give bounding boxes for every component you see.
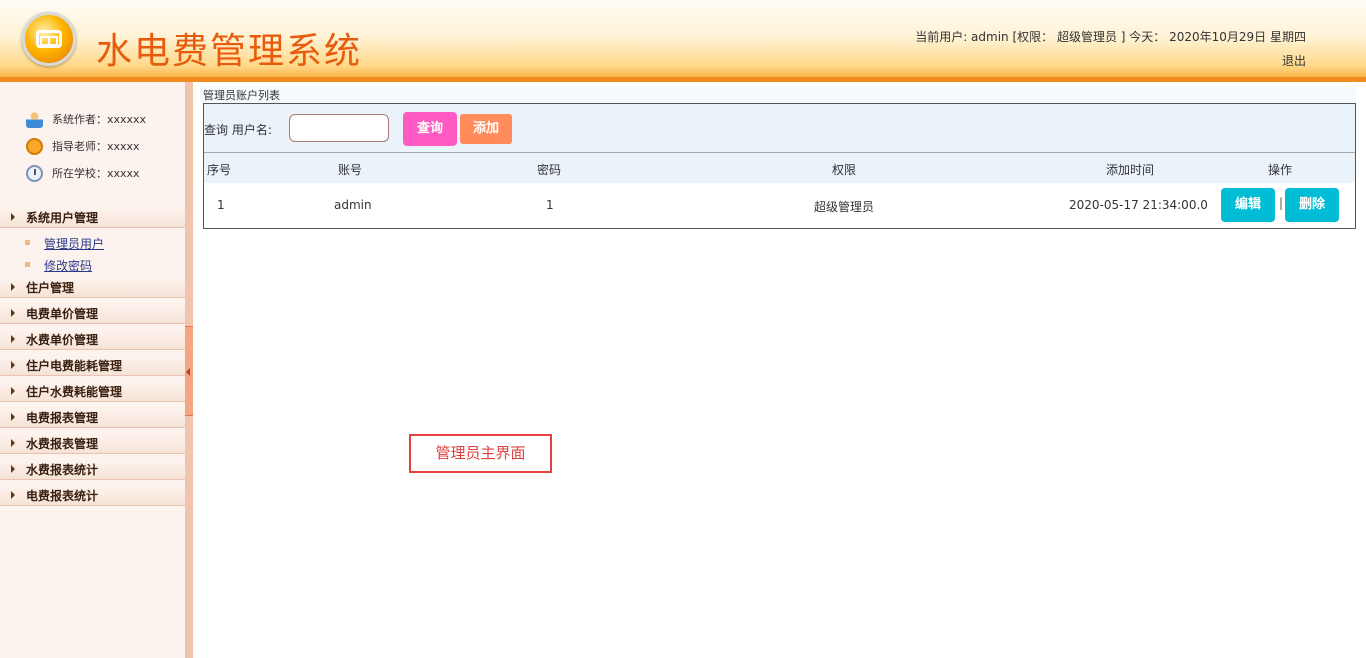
cell-password: 1 (546, 198, 554, 212)
current-user-info: 当前用户: admin [权限： 超级管理员 ] 今天： 2020年10月29日… (915, 30, 1306, 44)
cell-account: admin (334, 198, 372, 212)
column-header-actions: 操作 (1268, 163, 1293, 177)
info-school: 所在学校：xxxxx (26, 164, 140, 182)
logo-icon (22, 12, 76, 66)
column-header-account: 账号 (338, 163, 363, 177)
column-header-id: 序号 (207, 163, 232, 177)
menu-group-system-users[interactable]: 系统用户管理 (0, 208, 185, 228)
action-separator: | (1279, 196, 1284, 210)
breadcrumb-bar (200, 86, 1356, 103)
sidebar-toggle-handle[interactable] (185, 326, 193, 416)
breadcrumb: 管理员账户列表 (203, 89, 280, 102)
column-header-role: 权限 (832, 163, 857, 177)
table-row: 1 admin 1 超级管理员 2020-05-17 21:34:00.0 编辑… (204, 183, 1355, 228)
menu-group-residents[interactable]: 住户管理 (0, 278, 185, 298)
clock-icon (26, 164, 43, 182)
search-label: 查询 用户名: (204, 123, 272, 137)
info-school-text: 所在学校：xxxxx (52, 167, 140, 180)
info-teacher: 指导老师：xxxxx (26, 137, 140, 155)
info-author-text: 系统作者：xxxxxx (52, 113, 147, 126)
edit-button[interactable]: 编辑 (1221, 188, 1275, 222)
app-title: 水电费管理系统 (96, 31, 363, 72)
cell-role: 超级管理员 (814, 200, 875, 214)
search-bar: 查询 用户名: 查询 添加 (204, 104, 1355, 153)
logout-link[interactable]: 退出 (1282, 52, 1306, 69)
add-button[interactable]: 添加 (460, 114, 512, 144)
query-button[interactable]: 查询 (403, 112, 457, 146)
username-search-input[interactable] (289, 114, 389, 142)
info-teacher-text: 指导老师：xxxxx (52, 140, 140, 153)
cell-time: 2020-05-17 21:34:00.0 (1069, 198, 1208, 212)
menu-group-electric-stats[interactable]: 电费报表统计 (0, 486, 185, 506)
menu-group-electric-report[interactable]: 电费报表管理 (0, 408, 185, 428)
menu-item-admin-users[interactable]: 管理员用户 (24, 235, 104, 252)
column-header-time: 添加时间 (1106, 163, 1155, 177)
menu-group-electric-usage[interactable]: 住户电费能耗管理 (0, 356, 185, 376)
table-header: 序号 账号 密码 权限 添加时间 操作 (204, 153, 1355, 183)
column-header-password: 密码 (537, 163, 562, 177)
user-icon (26, 110, 43, 128)
cell-id: 1 (217, 198, 225, 212)
menu-item-change-password[interactable]: 修改密码 (24, 257, 92, 274)
menu-group-water-report[interactable]: 水费报表管理 (0, 434, 185, 454)
info-author: 系统作者：xxxxxx (26, 110, 146, 128)
menu-group-water-stats[interactable]: 水费报表统计 (0, 460, 185, 480)
delete-button[interactable]: 删除 (1285, 188, 1339, 222)
menu-group-electric-price[interactable]: 电费单价管理 (0, 304, 185, 324)
annotation-label: 管理员主界面 (409, 434, 552, 473)
menu-group-water-price[interactable]: 水费单价管理 (0, 330, 185, 350)
header-band (0, 77, 1366, 82)
admin-list-panel: 查询 用户名: 查询 添加 序号 账号 密码 权限 添加时间 操作 1 admi… (203, 103, 1356, 229)
alarm-clock-icon (26, 137, 43, 155)
menu-group-water-usage[interactable]: 住户水费耗能管理 (0, 382, 185, 402)
app-header: 水电费管理系统 当前用户: admin [权限： 超级管理员 ] 今天： 202… (0, 0, 1366, 82)
